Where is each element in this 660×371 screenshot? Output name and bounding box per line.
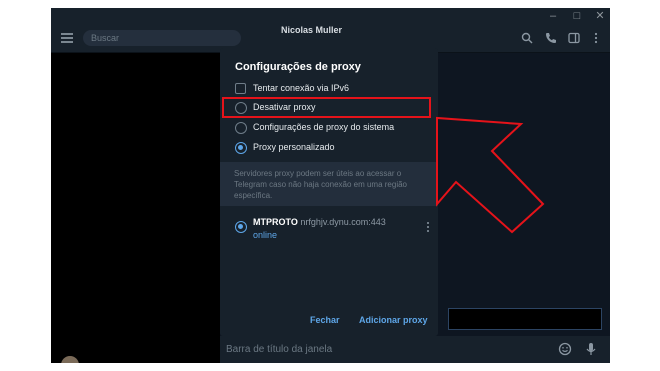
message-input[interactable]: Barra de título da janela [226,344,332,355]
minimize-icon[interactable]: – [545,9,561,23]
option-label: Proxy personalizado [253,142,335,152]
microphone-icon[interactable] [584,342,598,359]
close-icon[interactable]: ✕ [592,9,608,23]
proxy-entry[interactable]: MTPROTO nrfghjv.dynu.com:443 online [235,216,430,244]
more-icon[interactable] [426,222,430,234]
emoji-icon[interactable] [558,342,572,359]
radio-icon[interactable] [235,122,247,134]
chat-list-panel [51,53,220,363]
checkbox-icon[interactable] [235,83,246,94]
proxy-settings-dialog: Configurações de proxy Tentar conexão vi… [220,48,438,336]
proxy-address: nrfghjv.dynu.com:443 [300,217,386,227]
radio-selected-icon[interactable] [235,142,247,154]
close-button[interactable]: Fechar [310,315,340,325]
sidebar-icon[interactable] [568,32,580,44]
proxy-name: MTPROTO nrfghjv.dynu.com:443 [253,217,386,227]
highlight-box [222,97,431,118]
phone-icon[interactable] [545,32,557,44]
add-proxy-button[interactable]: Adicionar proxy [359,315,428,325]
maximize-icon[interactable]: □ [569,9,585,23]
chat-title[interactable]: Nicolas Muller [281,25,342,35]
message-bar: Barra de título da janela [220,336,610,363]
ipv6-label: Tentar conexão via IPv6 [253,83,350,93]
info-box: Servidores proxy podem ser úteis ao aces… [220,162,438,206]
dialog-title: Configurações de proxy [235,61,361,73]
proxy-status: online [253,230,278,240]
option-label: Configurações de proxy do sistema [253,122,395,132]
info-text: Servidores proxy podem ser úteis ao aces… [234,169,407,200]
menu-icon[interactable] [61,33,73,43]
title-bar: – □ ✕ [51,8,610,24]
search-input[interactable]: Buscar [83,30,241,46]
proxy-type: MTPROTO [253,217,298,227]
radio-selected-icon[interactable] [235,221,247,233]
search-icon[interactable] [521,32,533,44]
more-icon[interactable] [590,32,602,44]
redacted-block [448,308,602,330]
